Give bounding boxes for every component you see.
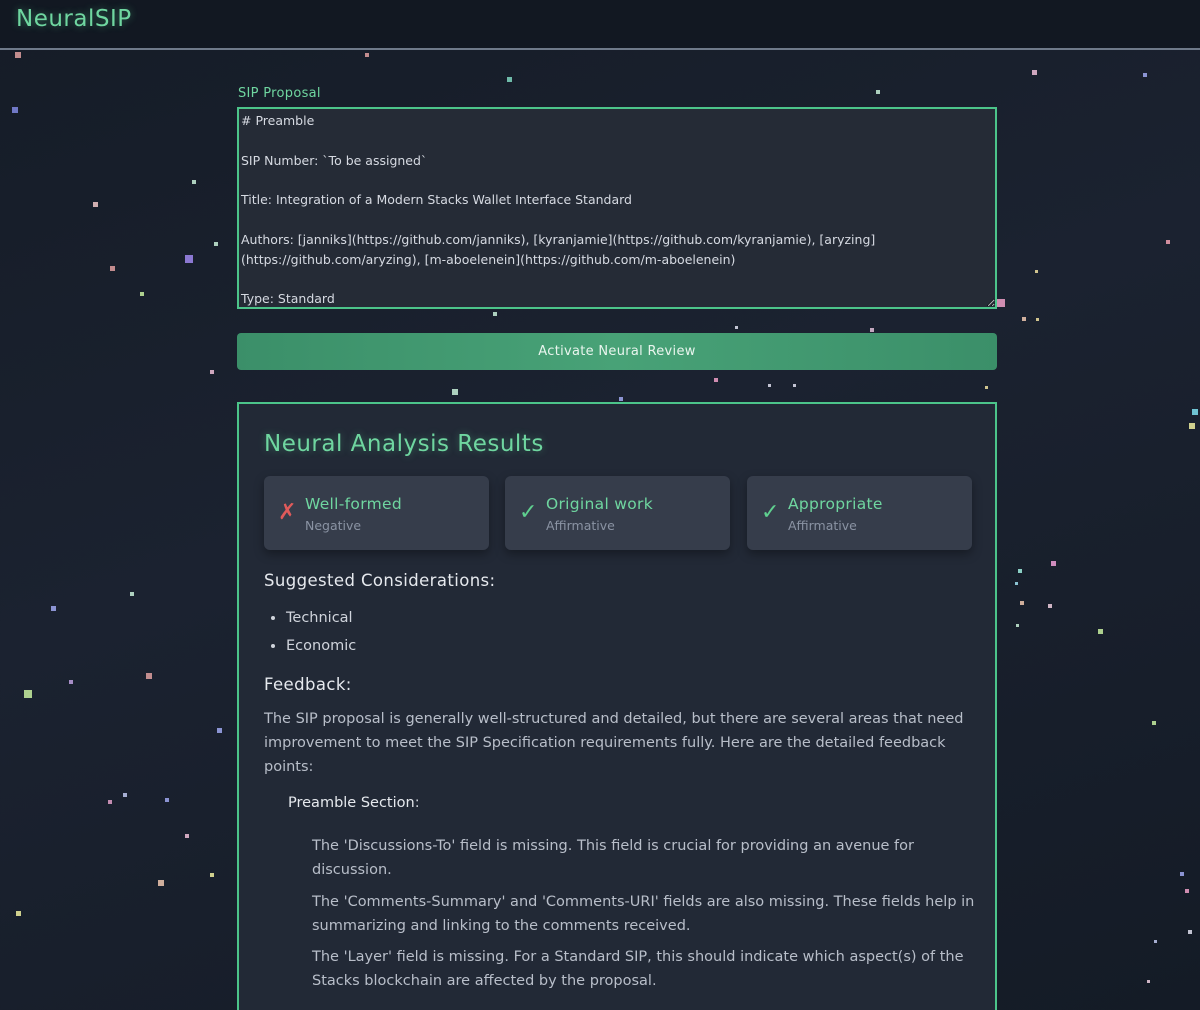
particle-dot bbox=[619, 397, 623, 401]
results-title: Neural Analysis Results bbox=[264, 431, 544, 457]
particle-dot bbox=[997, 299, 1005, 307]
particle-dot bbox=[93, 202, 98, 207]
cross-icon: ✗ bbox=[278, 500, 297, 525]
particle-dot bbox=[876, 90, 880, 94]
check-icon: ✓ bbox=[761, 500, 780, 525]
particle-dot bbox=[217, 728, 222, 733]
proposal-textarea[interactable]: # Preamble SIP Number: `To be assigned` … bbox=[237, 107, 997, 309]
particle-dot bbox=[192, 180, 196, 184]
verdict-label: Appropriate bbox=[788, 495, 883, 513]
verdict-label: Well-formed bbox=[305, 495, 402, 513]
particle-dot bbox=[1143, 73, 1147, 77]
feedback-point: The 'Layer' field is missing. For a Stan… bbox=[312, 949, 964, 989]
preamble-section-suffix: : bbox=[414, 795, 420, 811]
particle-dot bbox=[1051, 561, 1056, 566]
particle-dot bbox=[1189, 423, 1195, 429]
feedback-point: The 'Comments-Summary' and 'Comments-URI… bbox=[312, 894, 975, 934]
particle-dot bbox=[1147, 980, 1150, 983]
particle-dot bbox=[12, 107, 18, 113]
particle-dot bbox=[123, 793, 127, 797]
feedback-intro: The SIP proposal is generally well-struc… bbox=[264, 711, 964, 775]
particle-dot bbox=[140, 292, 144, 296]
particle-dot bbox=[110, 266, 115, 271]
particle-dot bbox=[1016, 624, 1019, 627]
list-item: Economic bbox=[286, 632, 356, 660]
particle-dot bbox=[210, 873, 214, 877]
particle-dot bbox=[1020, 601, 1024, 605]
particle-dot bbox=[51, 606, 56, 611]
verdict-value: Negative bbox=[305, 518, 362, 533]
particle-dot bbox=[1036, 318, 1039, 321]
verdict-card-original-work: ✓ Original work Affirmative bbox=[505, 476, 730, 550]
preamble-section-heading: Preamble Section: bbox=[288, 795, 420, 811]
considerations-list: Technical Economic bbox=[264, 604, 356, 660]
particle-dot bbox=[130, 592, 134, 596]
feedback-heading: Feedback: bbox=[264, 675, 352, 694]
app-title: NeuralSIP bbox=[16, 6, 132, 32]
particle-dot bbox=[15, 52, 21, 58]
particle-dot bbox=[1035, 270, 1038, 273]
particle-dot bbox=[452, 389, 458, 395]
particle-dot bbox=[165, 798, 169, 802]
particle-dot bbox=[870, 328, 874, 332]
particle-dot bbox=[1154, 940, 1157, 943]
particle-dot bbox=[985, 386, 988, 389]
particle-dot bbox=[1022, 317, 1026, 321]
particle-dot bbox=[214, 242, 218, 246]
particle-dot bbox=[1152, 721, 1156, 725]
verdict-value: Affirmative bbox=[788, 518, 857, 533]
verdict-card-well-formed: ✗ Well-formed Negative bbox=[264, 476, 489, 550]
particle-dot bbox=[146, 673, 152, 679]
considerations-heading: Suggested Considerations: bbox=[264, 571, 496, 590]
particle-dot bbox=[16, 911, 21, 916]
particle-dot bbox=[493, 312, 497, 316]
particle-dot bbox=[1098, 629, 1103, 634]
particle-dot bbox=[793, 384, 796, 387]
app-header: NeuralSIP bbox=[0, 0, 1200, 50]
check-icon: ✓ bbox=[519, 500, 538, 525]
particle-dot bbox=[1192, 409, 1198, 415]
particle-dot bbox=[1185, 889, 1189, 893]
particle-dot bbox=[1166, 240, 1170, 244]
particle-dot bbox=[1180, 872, 1184, 876]
verdict-card-appropriate: ✓ Appropriate Affirmative bbox=[747, 476, 972, 550]
verdict-label: Original work bbox=[546, 495, 653, 513]
particle-dot bbox=[185, 834, 189, 838]
particle-dot bbox=[69, 680, 73, 684]
particle-dot bbox=[210, 370, 214, 374]
particle-dot bbox=[714, 378, 718, 382]
list-item: Technical bbox=[286, 604, 356, 632]
particle-dot bbox=[1048, 604, 1052, 608]
preamble-section-title: Preamble Section bbox=[288, 795, 415, 811]
particle-dot bbox=[735, 326, 738, 329]
activate-neural-review-button[interactable]: Activate Neural Review bbox=[237, 333, 997, 370]
proposal-label: SIP Proposal bbox=[238, 86, 321, 101]
particle-dot bbox=[108, 800, 112, 804]
particle-dot bbox=[1188, 930, 1192, 934]
particle-dot bbox=[1018, 569, 1022, 573]
particle-dot bbox=[365, 53, 369, 57]
particle-dot bbox=[185, 255, 193, 263]
particle-dot bbox=[507, 77, 512, 82]
results-panel: Neural Analysis Results ✗ Well-formed Ne… bbox=[237, 402, 997, 1010]
feedback-point: The 'Discussions-To' field is missing. T… bbox=[312, 838, 914, 878]
particle-dot bbox=[768, 384, 771, 387]
particle-dot bbox=[1032, 70, 1037, 75]
particle-dot bbox=[1015, 582, 1018, 585]
particle-dot bbox=[158, 880, 164, 886]
particle-dot bbox=[24, 690, 32, 698]
verdict-value: Affirmative bbox=[546, 518, 615, 533]
